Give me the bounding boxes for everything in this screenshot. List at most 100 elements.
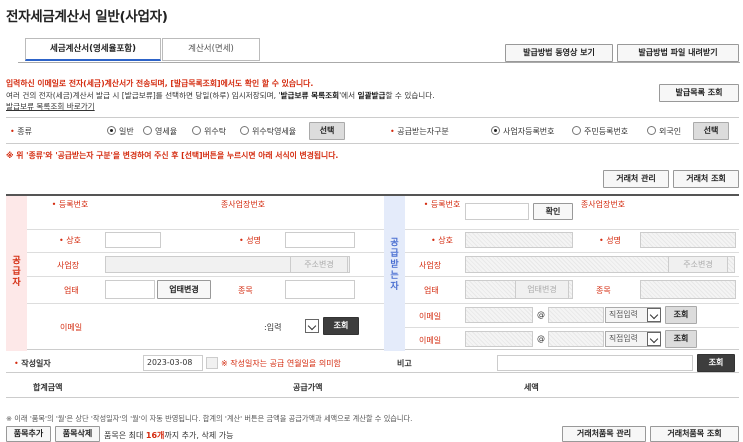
supplier-rep-label: • 성명 xyxy=(239,236,261,245)
supplier-email-select[interactable]: :입력 xyxy=(264,322,281,333)
divider xyxy=(6,143,739,144)
receiver-confirm-button[interactable]: 확인 xyxy=(533,203,573,220)
radio-resident-no[interactable] xyxy=(572,126,581,135)
row-line xyxy=(405,327,739,328)
tab-tax-invoice[interactable]: 세금계산서(영세율포함) xyxy=(25,38,161,61)
partner-item-lookup-button[interactable]: 거래처품목 조회 xyxy=(650,426,739,442)
chevron-down-icon[interactable] xyxy=(647,308,661,322)
supplier-item-label: 종목 xyxy=(238,286,253,295)
supplier-name-label: • 상호 xyxy=(59,236,81,245)
supplier-biztype-field[interactable] xyxy=(105,280,155,299)
supplier-rep-field[interactable] xyxy=(285,232,355,248)
video-guide-button[interactable]: 발급방법 동영상 보기 xyxy=(505,44,613,62)
row-line xyxy=(27,276,384,277)
radio-foreigner[interactable] xyxy=(647,126,656,135)
partner-item-manage-button[interactable]: 거래처품목 관리 xyxy=(562,426,646,442)
receiver-email2-lookup-button[interactable]: 조회 xyxy=(665,330,697,348)
radio-zero-rate[interactable] xyxy=(143,126,152,135)
receiver-name-label: • 상호 xyxy=(431,236,453,245)
receiver-select-button[interactable]: 선택 xyxy=(693,122,729,140)
type-select-button[interactable]: 선택 xyxy=(309,122,345,140)
receiver-email2-domain[interactable] xyxy=(548,331,604,347)
row-line xyxy=(6,372,739,373)
change-notice: ※ 위 '종류'와 '공급받는자 구분'을 변경하여 주신 후 [선택]버튼을 … xyxy=(6,151,339,160)
item-limit-text: 품목은 최대 16개까지 추가, 삭제 가능 xyxy=(104,431,234,440)
supplier-name-field[interactable] xyxy=(105,232,161,248)
notice-hold: 여러 건의 전자(세금)계산서 발급 시 [발급보류]를 선택하면 당일(하루)… xyxy=(6,91,435,100)
receiver-email2-at: @ xyxy=(537,334,545,343)
divider xyxy=(6,117,739,118)
page-title: 전자세금계산서 일반(사업자) xyxy=(6,9,168,25)
row-line xyxy=(405,276,739,277)
hold-list-link[interactable]: 발급보류 목록조회 바로가기 xyxy=(6,101,95,112)
radio-general-label: 일반 xyxy=(119,127,134,136)
memo-label: 비고 xyxy=(397,359,412,368)
partner-manage-button[interactable]: 거래처 관리 xyxy=(603,170,669,188)
receiver-address-button[interactable]: 주소변경 xyxy=(668,256,728,273)
row-line xyxy=(405,252,739,253)
partner-lookup-button[interactable]: 거래처 조회 xyxy=(673,170,739,188)
receiver-email1-lookup-button[interactable]: 조회 xyxy=(665,306,697,324)
issue-list-button[interactable]: 발급목록 조회 xyxy=(659,84,739,102)
receiver-biztype-button[interactable]: 업태변경 xyxy=(515,280,569,299)
delete-item-button[interactable]: 품목삭제 xyxy=(55,426,100,442)
supplier-regno-value xyxy=(105,200,213,222)
add-item-button[interactable]: 품목추가 xyxy=(6,426,51,442)
receiver-name-field[interactable] xyxy=(465,232,573,248)
supplier-regno-label: • 등록번호 xyxy=(51,200,89,209)
receiver-address-label: 사업장 xyxy=(419,261,442,270)
receiver-subno-label: 종사업장번호 xyxy=(580,200,626,209)
receiver-rep-label: • 성명 xyxy=(599,236,621,245)
radio-resident-no-label: 주민등록번호 xyxy=(584,127,629,136)
supplier-address-button[interactable]: 주소변경 xyxy=(290,256,348,273)
row-line xyxy=(27,303,384,304)
memo-field[interactable] xyxy=(497,355,693,371)
receiver-type-label: • 공급받는자구분 xyxy=(390,127,449,136)
radio-consign-zero-label: 위수탁영세율 xyxy=(252,127,297,136)
radio-consign-label: 위수탁 xyxy=(204,127,227,136)
receiver-email2-label: 이메일 xyxy=(419,336,442,345)
radio-foreigner-label: 외국인 xyxy=(659,127,682,136)
receiver-side-label: 공급받는자 xyxy=(384,196,405,351)
supplier-address-label: 사업장 xyxy=(57,261,80,270)
receiver-rep-field[interactable] xyxy=(640,232,736,248)
supplier-item-field[interactable] xyxy=(285,280,355,299)
row-line xyxy=(405,229,739,230)
receiver-email1-label: 이메일 xyxy=(419,312,442,321)
supplier-side-label: 공급자 xyxy=(6,196,27,351)
row-line xyxy=(405,303,739,304)
receiver-email2-id[interactable] xyxy=(465,331,533,347)
radio-zero-rate-label: 영세율 xyxy=(155,127,178,136)
download-guide-button[interactable]: 발급방법 파일 내려받기 xyxy=(617,44,739,62)
receiver-biztype-label: 업태 xyxy=(424,286,439,295)
date-field[interactable]: 2023-03-08 xyxy=(143,355,203,371)
notice-email: 입력하신 이메일로 전자(세금)계산서가 전송되며, [발급목록조회]에서도 확… xyxy=(6,79,314,88)
receiver-email1-id[interactable] xyxy=(465,307,533,323)
radio-general[interactable] xyxy=(107,126,116,135)
tab-invoice-exempt[interactable]: 계산서(면세) xyxy=(162,38,260,61)
radio-consign-zero[interactable] xyxy=(240,126,249,135)
memo-lookup-button[interactable]: 조회 xyxy=(697,354,735,372)
radio-biz-no-label: 사업자등록번호 xyxy=(503,127,555,136)
calendar-icon[interactable] xyxy=(206,357,218,369)
supply-amount-label: 공급가액 xyxy=(293,383,323,392)
row-line xyxy=(27,252,384,253)
total-amount-label: 합계금액 xyxy=(33,383,63,392)
chevron-down-icon[interactable] xyxy=(305,319,319,333)
receiver-email1-domain[interactable] xyxy=(548,307,604,323)
radio-consign[interactable] xyxy=(192,126,201,135)
date-note: ※ 작성일자는 공급 연월일을 의미함 xyxy=(221,359,341,368)
supplier-email-field[interactable] xyxy=(105,316,265,335)
item-note: ※ 이래 '품목'의 '월'은 상단 '작성일자'의 '월'이 자동 반영됩니다… xyxy=(6,414,413,423)
radio-biz-no[interactable] xyxy=(491,126,500,135)
receiver-item-field[interactable] xyxy=(640,280,736,299)
supplier-email-label: 이메일 xyxy=(60,323,83,332)
supplier-email-lookup-button[interactable]: 조회 xyxy=(323,317,359,335)
supplier-biztype-label: 업태 xyxy=(64,286,79,295)
row-line xyxy=(27,229,384,230)
receiver-regno-field[interactable] xyxy=(465,203,529,220)
chevron-down-icon[interactable] xyxy=(647,332,661,346)
supplier-biztype-button[interactable]: 업태변경 xyxy=(157,280,211,299)
row-line xyxy=(6,397,739,398)
receiver-email1-at: @ xyxy=(537,310,545,319)
